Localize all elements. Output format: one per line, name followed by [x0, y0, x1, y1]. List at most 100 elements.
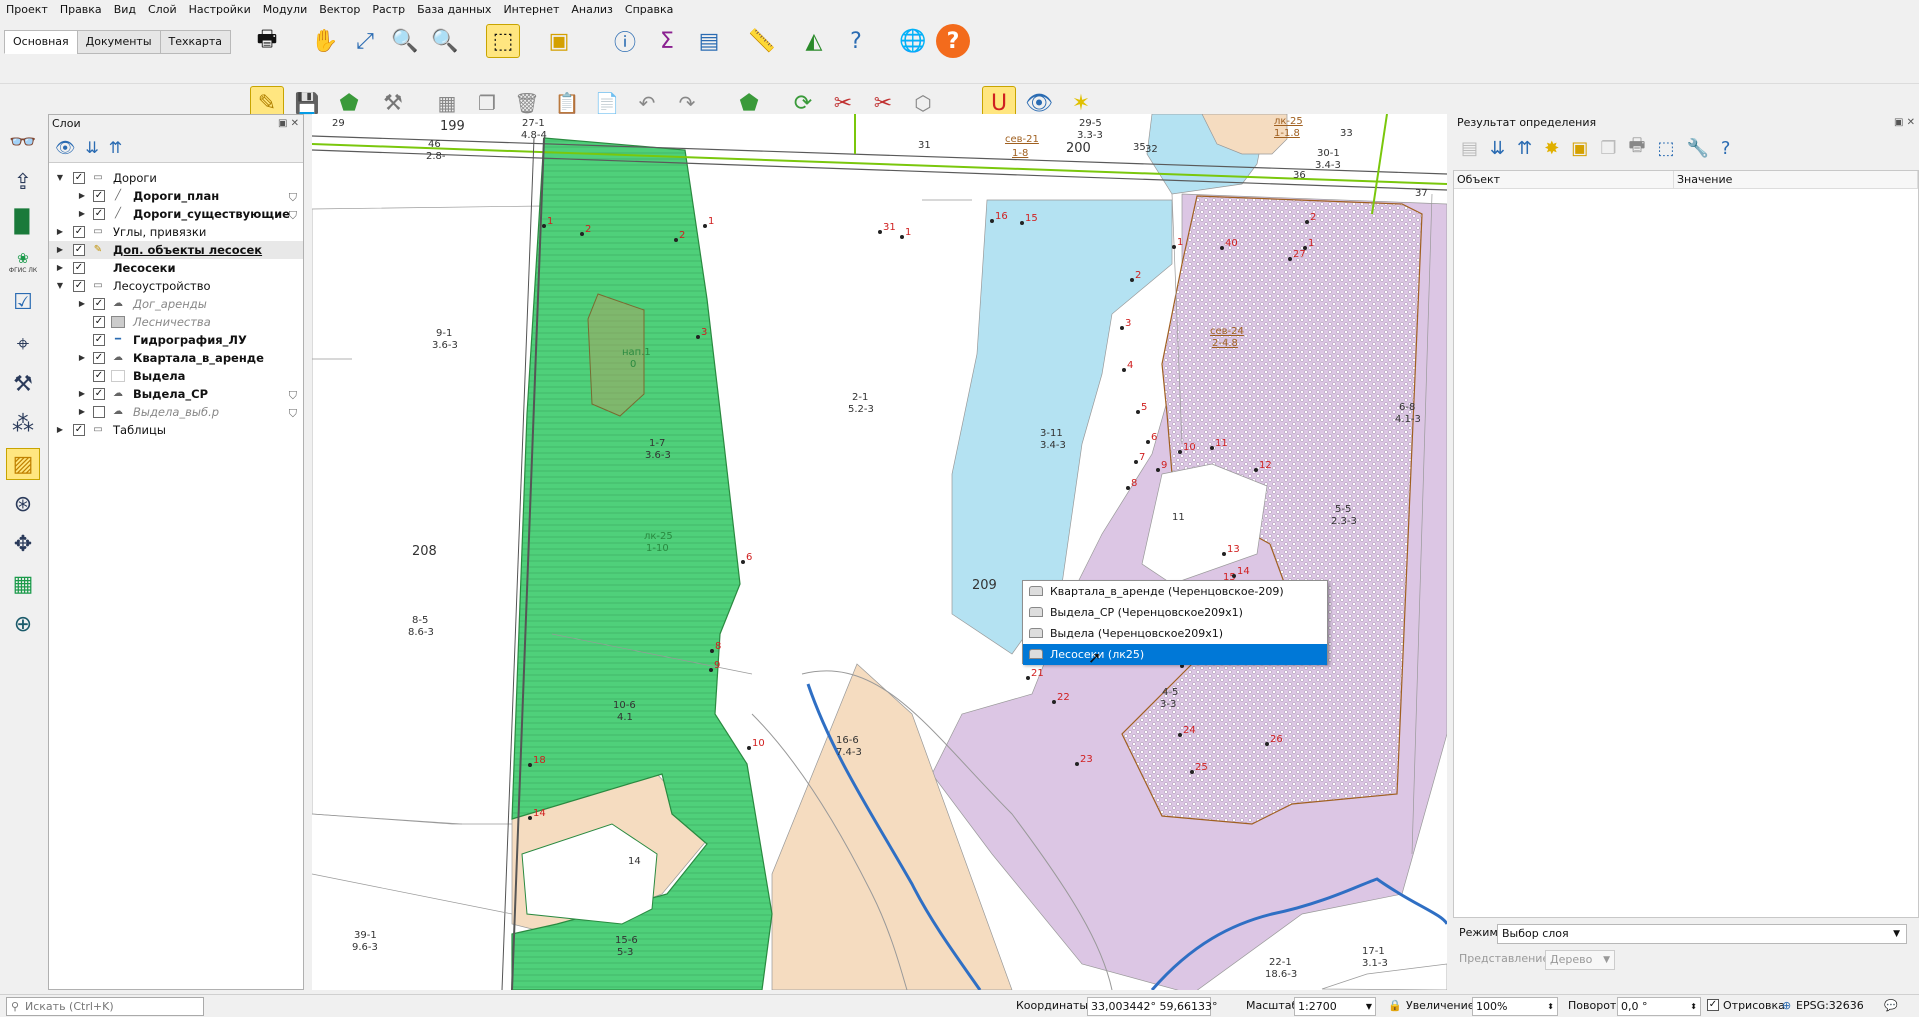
crs-label[interactable]: EPSG:32636 [1796, 999, 1864, 1012]
whatsthis-icon[interactable]: ? [839, 24, 873, 58]
results-tree-table[interactable]: Объект Значение [1453, 170, 1919, 918]
menu-database[interactable]: База данных [411, 0, 497, 20]
svg-text:сев-24: сев-24 [1210, 326, 1244, 337]
print-icon[interactable]: 🖶 [250, 24, 284, 58]
tab-main[interactable]: Основная [4, 30, 78, 54]
layer-leased-quarters[interactable]: ▶ ✓ ☁ Квартала_в_аренде [49, 349, 303, 367]
collapse-all-icon[interactable]: ⇈ [1517, 138, 1532, 159]
quarter-208: 208 [412, 544, 437, 559]
menu-project[interactable]: Проект [0, 0, 54, 20]
zoom-selection-icon[interactable]: 🔍 [428, 24, 462, 58]
lock-icon[interactable]: 🔒 [1388, 999, 1402, 1012]
vertex-point [1288, 257, 1292, 261]
tab-documents[interactable]: Документы [76, 30, 161, 54]
tab-techcard[interactable]: Техкарта [159, 30, 232, 54]
fgis-icon[interactable]: ❀ ФГИС ЛК [6, 246, 40, 278]
layer-group-forest-management[interactable]: ▼ ✓ ▭ Лесоустройство [49, 277, 303, 295]
layer-visibility-icon[interactable]: 👁 [55, 138, 75, 157]
clear-results-icon[interactable]: ▣ [1571, 138, 1588, 159]
menu-edit[interactable]: Правка [54, 0, 108, 20]
expand-all-icon[interactable]: ⇊ [85, 138, 98, 157]
expand-new-icon[interactable]: ✸ [1544, 138, 1559, 159]
select-features-icon[interactable]: ⬚ [1657, 138, 1674, 159]
compass-icon[interactable]: ⊛ [6, 488, 40, 520]
mode-select[interactable]: Выбор слоя ▼ [1497, 924, 1907, 944]
layer-extra-objects[interactable]: ▶ ✓ ✎ Доп. объекты лесосек [49, 241, 303, 259]
locator-search-input[interactable]: ⚲ Искать (Ctrl+K) [6, 997, 204, 1016]
help-icon[interactable]: ? [1721, 138, 1731, 159]
map-canvas[interactable]: 199 200 208 209 29 27-1 4.8-4 46 2.8- 31… [312, 114, 1447, 990]
layer-plots-selective[interactable]: ▶ ☁ Выдела_выб.р ⛉ [49, 403, 303, 421]
layer-forestries[interactable]: ✓ Лесничества [49, 313, 303, 331]
upload-icon[interactable]: ⇪ [6, 166, 40, 198]
menu-settings[interactable]: Настройки [183, 0, 257, 20]
pan-icon[interactable]: ✋ [308, 24, 342, 58]
zoom-full-icon[interactable]: ⤢ [348, 24, 382, 58]
identify-icon[interactable]: ⓘ [608, 24, 642, 58]
tip-icon[interactable]: ◭ [797, 24, 831, 58]
binoculars-icon[interactable]: 👓 [6, 126, 40, 158]
layer-roads-existing[interactable]: ▶ ✓ ╱ Дороги_существующие ⛉ [49, 205, 303, 223]
context-item-plots[interactable]: Выдела (Черенцовское209x1) [1023, 623, 1327, 644]
panel-close-icon[interactable]: ▣ ✕ [1894, 114, 1915, 132]
zoom-field[interactable]: 100% ⬍ [1472, 997, 1558, 1016]
coords-field[interactable]: 33,003442° 59,66133° [1087, 997, 1217, 1016]
select-icon[interactable]: ⬚ [486, 24, 520, 58]
menu-raster[interactable]: Растр [366, 0, 411, 20]
layer-plots-sr[interactable]: ▶ ✓ ☁ Выдела_СР ⛉ [49, 385, 303, 403]
globe-icon[interactable]: 🌐 [896, 24, 930, 58]
print-icon[interactable]: 🖶 [1628, 133, 1645, 163]
panel-close-icon[interactable]: ▣ ✕ [278, 115, 299, 133]
map-icon[interactable]: ▉ [6, 206, 40, 238]
menu-layer[interactable]: Слой [142, 0, 183, 20]
scale-field[interactable]: 1:2700 ▼ [1294, 997, 1376, 1016]
context-item-leased-quarters[interactable]: Квартала_в_аренде (Черенцовское-209) [1023, 581, 1327, 602]
menu-help[interactable]: Справка [619, 0, 679, 20]
zoom-layer-icon[interactable]: 🔍 [388, 24, 422, 58]
column-value[interactable]: Значение [1674, 171, 1918, 188]
menu-plugins[interactable]: Модули [257, 0, 314, 20]
menu-view[interactable]: Вид [108, 0, 142, 20]
hatch-icon[interactable]: ▨ [6, 448, 40, 480]
svg-text:1-10: 1-10 [646, 543, 669, 554]
move-icon[interactable]: ✥ [6, 528, 40, 560]
settings-wrench-icon[interactable]: 🔧 [1686, 138, 1708, 159]
render-checkbox[interactable]: ✓ [1707, 999, 1719, 1011]
statistics-icon[interactable]: Σ [650, 24, 684, 58]
measure-icon[interactable]: 📏 [745, 24, 779, 58]
expand-all-icon[interactable]: ⇊ [1490, 138, 1505, 159]
context-item-cutting-areas[interactable]: Лесосеки (лк25) [1023, 644, 1327, 665]
view-select[interactable]: Дерево ▼ [1545, 950, 1615, 970]
layer-plots[interactable]: ✓ Выдела [49, 367, 303, 385]
vertex-number: 26 [1270, 734, 1283, 745]
calculator-icon[interactable]: ▦ [6, 568, 40, 600]
route-icon[interactable]: ⌖ [6, 328, 40, 360]
help-icon[interactable]: ? [936, 24, 970, 58]
menu-vector[interactable]: Вектор [313, 0, 366, 20]
rotation-field[interactable]: 0,0 ° ⬍ [1617, 997, 1701, 1016]
collapse-all-icon[interactable]: ⇈ [109, 138, 122, 157]
expand-icon[interactable]: ▤ [1461, 138, 1478, 159]
layer-cutting-areas[interactable]: ▶ ✓ Лесосеки [49, 259, 303, 277]
crs-globe-icon[interactable]: ⊕ [1782, 999, 1791, 1012]
deselect-icon[interactable]: ▣ [542, 24, 576, 58]
caliper-icon[interactable]: ⚒ [6, 368, 40, 400]
layer-lease-contracts[interactable]: ▶ ✓ ☁ Дог_аренды [49, 295, 303, 313]
svg-text:29: 29 [332, 118, 345, 129]
forest-compass-icon[interactable]: ⊕ [6, 608, 40, 640]
layer-hydrography[interactable]: ✓ ━ Гидрография_ЛУ [49, 331, 303, 349]
logs-icon[interactable]: ⁂ [6, 408, 40, 440]
menu-analysis[interactable]: Анализ [565, 0, 619, 20]
layer-angles[interactable]: ▶ ✓ ▭ Углы, привязки [49, 223, 303, 241]
messages-icon[interactable]: 💬 [1884, 999, 1898, 1012]
layer-group-tables[interactable]: ▶ ✓ ▭ Таблицы [49, 421, 303, 439]
menu-web[interactable]: Интернет [497, 0, 565, 20]
copy-icon[interactable]: ❐ [1600, 138, 1616, 159]
layer-group-roads[interactable]: ▼ ✓ ▭ Дороги [49, 169, 303, 187]
checklist-icon[interactable]: ☑ [6, 286, 40, 318]
context-item-plots-sr[interactable]: Выдела_СР (Черенцовское209x1) [1023, 602, 1327, 623]
attribute-table-icon[interactable]: ▤ [692, 24, 726, 58]
vertex-number: 1 [905, 227, 911, 238]
layer-roads-plan[interactable]: ▶ ✓ ╱ Дороги_план ⛉ [49, 187, 303, 205]
column-object[interactable]: Объект [1454, 171, 1674, 188]
